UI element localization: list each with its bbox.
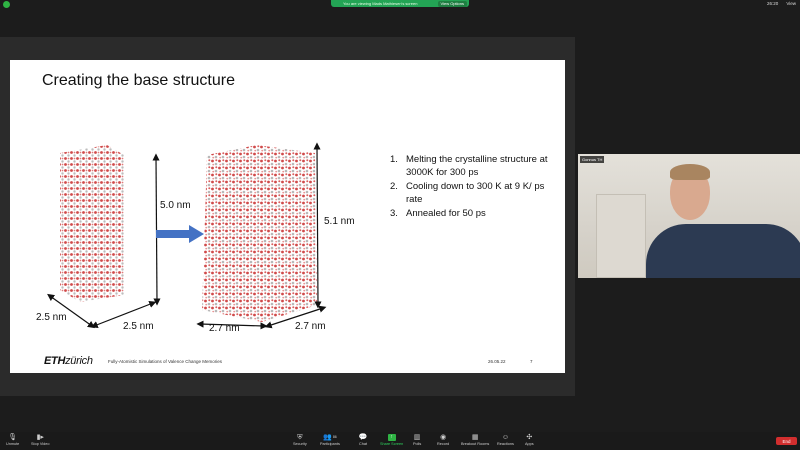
participant-video[interactable] <box>578 154 800 278</box>
video-door <box>596 194 646 278</box>
step-item: 3. Annealed for 50 ps <box>390 208 486 220</box>
stop-video-button[interactable]: ▮▸ Stop Video <box>31 434 50 446</box>
video-camera-icon: ▮▸ <box>36 434 44 441</box>
slide-page-number: 7 <box>530 359 533 364</box>
view-options-button[interactable]: View Options <box>437 0 467 7</box>
right-width-label-a: 2.7 nm <box>209 323 240 334</box>
right-height-label: 5.1 nm <box>324 216 355 227</box>
slide-date: 26.05.22 <box>488 359 506 364</box>
record-button[interactable]: ◉ Record <box>437 434 449 446</box>
apps-button[interactable]: ✣ Apps <box>525 434 534 446</box>
top-bar: You are viewing Mads Mathiesen's screen … <box>0 0 800 10</box>
left-width-label-a: 2.5 nm <box>36 312 67 323</box>
participants-button[interactable]: 👥 86 Participants <box>320 434 340 446</box>
step-item: 2. Cooling down to 300 K at 9 K/ ps rate <box>390 181 545 206</box>
participant-hair <box>670 164 710 180</box>
left-width-label-b: 2.5 nm <box>123 321 154 332</box>
left-height-arrow <box>152 153 161 306</box>
view-button[interactable]: View <box>786 1 796 6</box>
apps-icon: ✣ <box>526 434 533 441</box>
microphone-muted-icon: 🎙 <box>8 434 18 441</box>
participant-body <box>646 224 800 278</box>
participants-icon: 👥 86 <box>323 434 337 441</box>
reactions-button[interactable]: ☺ Reactions <box>497 434 514 446</box>
left-height-label: 5.0 nm <box>160 200 191 211</box>
meeting-toolbar: 🎙 Unmute ▮▸ Stop Video ⛨ Security 👥 86 Pa… <box>0 432 800 450</box>
right-height-arrow <box>313 142 322 309</box>
eth-zurich-logo: ETHzürich <box>44 355 93 367</box>
share-screen-icon: ↑ <box>387 434 396 441</box>
screen-share-banner: You are viewing Mads Mathiesen's screen … <box>331 0 469 7</box>
end-meeting-button[interactable]: End <box>776 437 797 445</box>
right-width-label-b: 2.7 nm <box>295 321 326 332</box>
step-item: 1. Melting the crystalline structure at 3… <box>390 154 548 179</box>
participant-name-tag: Gonnus TH <box>580 156 605 163</box>
chat-button[interactable]: 💬 Chat <box>358 434 368 446</box>
transition-arrow <box>156 225 204 243</box>
breakout-rooms-button[interactable]: ▦ Breakout Rooms <box>461 434 489 446</box>
polls-button[interactable]: ▥ Polls <box>413 434 421 446</box>
presentation-slide: Creating the base structure 5.0 nm 2.5 n… <box>10 60 565 373</box>
process-steps-list: 1. Melting the crystalline structure at 3… <box>388 153 548 222</box>
security-button[interactable]: ⛨ Security <box>293 434 307 446</box>
share-screen-button[interactable]: ↑ Share Screen <box>380 434 403 446</box>
talk-title: Fully-Atomistic Simulations of Valence C… <box>108 359 222 364</box>
shield-icon: ⛨ <box>297 434 303 441</box>
security-shield-icon[interactable] <box>3 1 10 8</box>
breakout-rooms-icon: ▦ <box>471 434 479 441</box>
unmute-button[interactable]: 🎙 Unmute <box>6 434 19 446</box>
chat-icon: 💬 <box>358 434 368 441</box>
share-message: You are viewing Mads Mathiesen's screen <box>343 1 418 6</box>
top-right-status: 26:20 View <box>767 1 796 6</box>
record-icon: ◉ <box>440 434 447 441</box>
meeting-timer: 26:20 <box>767 1 779 6</box>
polls-icon: ▥ <box>413 434 421 441</box>
reactions-icon: ☺ <box>501 434 510 441</box>
